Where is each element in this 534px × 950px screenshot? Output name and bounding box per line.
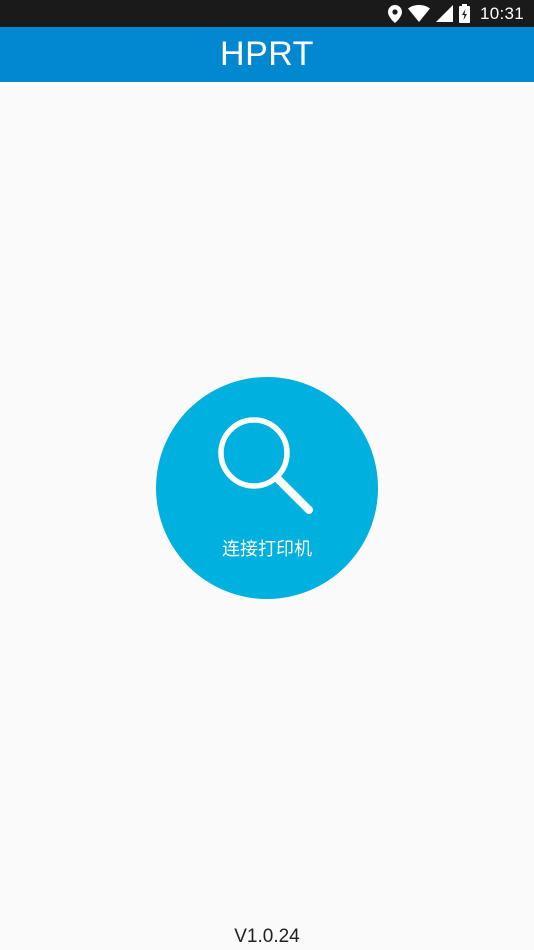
search-icon <box>218 417 313 514</box>
connect-printer-button[interactable]: 连接打印机 <box>156 377 378 599</box>
screen: 10:31 HPRT 连接打印机 V1.0.24 <box>0 0 534 950</box>
connect-printer-label: 连接打印机 <box>222 539 312 560</box>
version-label: V1.0.24 <box>234 926 300 947</box>
wifi-icon <box>407 5 430 22</box>
status-bar: 10:31 <box>0 0 534 27</box>
battery-icon <box>458 4 470 23</box>
location-icon <box>387 4 402 23</box>
signal-icon <box>435 5 453 22</box>
app-title: HPRT <box>220 35 314 73</box>
status-time: 10:31 <box>479 3 524 23</box>
app-bar: HPRT <box>0 27 534 82</box>
